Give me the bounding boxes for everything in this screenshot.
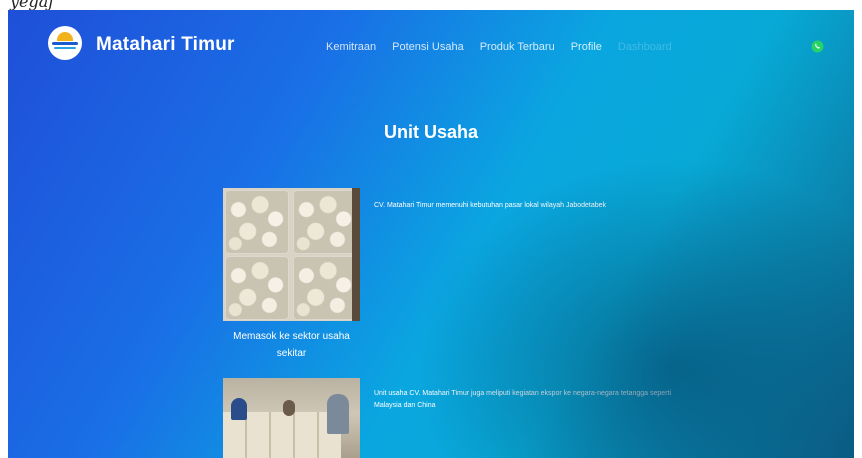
whatsapp-icon[interactable] [811,40,824,53]
brand-logo-icon[interactable] [48,26,82,60]
main-nav: Kemitraan Potensi Usaha Produk Terbaru P… [326,41,688,53]
worker-figure [231,398,247,420]
logo-wave [54,47,76,49]
logo-wave [52,42,78,45]
cashew-bags-photo [223,188,360,321]
brand-name[interactable]: Matahari Timur [96,34,235,56]
nav-link-kemitraan[interactable]: Kemitraan [326,41,376,53]
top-strip-text: yegaj [10,0,54,10]
nav-link-produk-terbaru[interactable]: Produk Terbaru [480,41,555,53]
cashew-bag [293,256,357,320]
nav-link-dashboard[interactable]: Dashboard [618,41,672,53]
section-title: Unit Usaha [383,122,479,142]
nav-link-potensi-usaha[interactable]: Potensi Usaha [392,41,464,53]
page-top-strip: yegaj [0,0,862,10]
worker-figure [327,394,349,434]
cashew-bag [225,190,289,254]
cashew-bag [293,190,357,254]
unit-description: CV. Matahari Timur memenuhi kebutuhan pa… [374,202,607,209]
worker-figure [283,400,295,416]
unit-description: Unit usaha CV. Matahari Timur juga melip… [374,390,672,409]
navbar: Matahari Timur Kemitraan Potensi Usaha P… [8,10,854,80]
hero-section: Matahari Timur Kemitraan Potensi Usaha P… [8,10,854,458]
warehouse-photo [223,378,360,458]
unit-caption: Memasok ke sektor usaha sekitar [233,331,350,359]
cashew-bag [225,256,289,320]
logo-sun [57,32,73,41]
nav-link-profile[interactable]: Profile [571,41,602,53]
photo-edge [352,188,360,321]
